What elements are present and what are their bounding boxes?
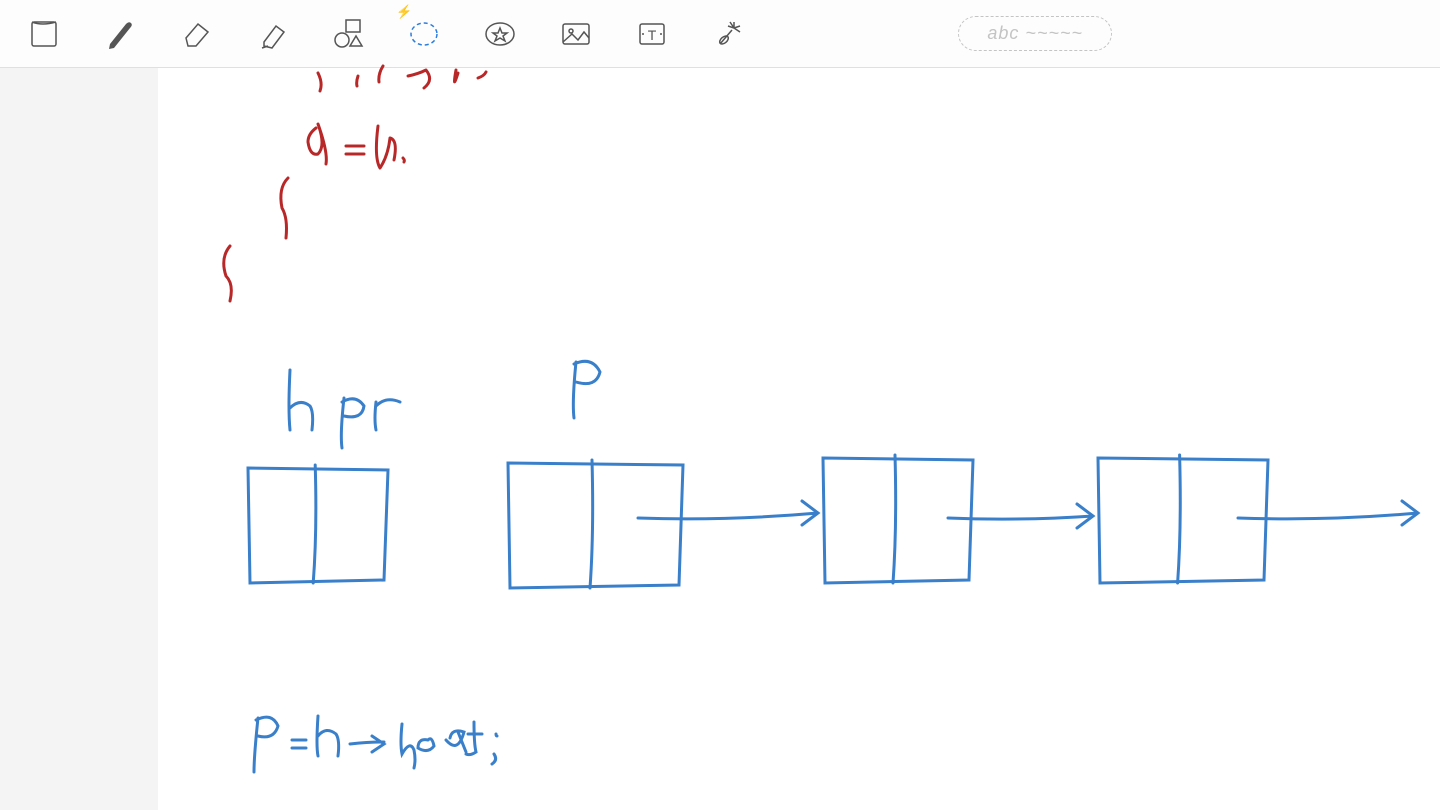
svg-text:T: T	[648, 27, 657, 43]
eraser-tool-button[interactable]	[172, 10, 220, 58]
shapes-icon	[330, 16, 366, 52]
canvas-area[interactable]	[0, 68, 1440, 810]
lasso-icon	[406, 16, 442, 52]
title-input[interactable]: abc ~~~~~	[958, 16, 1112, 51]
page-tool-button[interactable]	[20, 10, 68, 58]
text-tool-button[interactable]: T	[628, 10, 676, 58]
highlighter-tool-button[interactable]	[248, 10, 296, 58]
pen-tool-button[interactable]	[96, 10, 144, 58]
page-icon	[26, 16, 62, 52]
toolbar: ⚡ T abc ~~~~~	[0, 0, 1440, 68]
laser-pointer-button[interactable]	[704, 10, 752, 58]
bluetooth-icon: ⚡	[396, 4, 412, 20]
sticker-tool-button[interactable]	[476, 10, 524, 58]
eraser-icon	[178, 16, 214, 52]
lasso-tool-button[interactable]: ⚡	[400, 10, 448, 58]
page-surface[interactable]	[158, 68, 1440, 810]
star-icon	[482, 16, 518, 52]
ink-layer	[158, 68, 1440, 810]
shape-tool-button[interactable]	[324, 10, 372, 58]
image-tool-button[interactable]	[552, 10, 600, 58]
text-icon: T	[634, 16, 670, 52]
highlighter-icon	[254, 16, 290, 52]
title-placeholder-text: abc ~~~~~	[987, 23, 1083, 43]
image-icon	[558, 16, 594, 52]
laser-icon	[710, 16, 746, 52]
pen-icon	[102, 16, 138, 52]
